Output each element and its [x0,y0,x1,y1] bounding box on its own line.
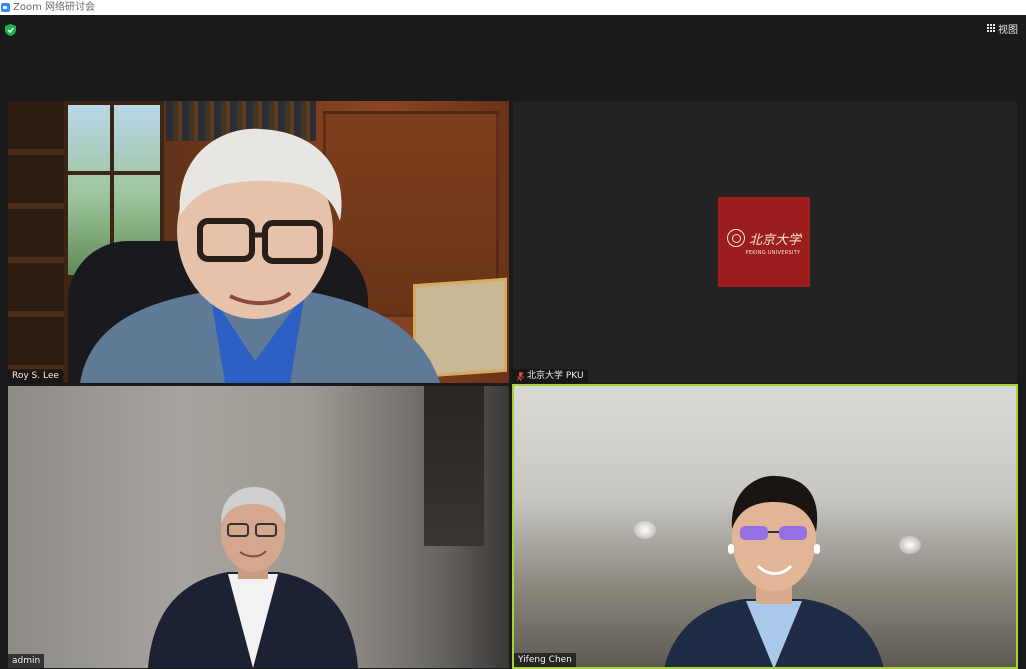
participant-video-admin [148,486,358,668]
participant-video-roy [80,128,440,383]
video-tile-pku[interactable]: 北京大学 PEKING UNIVERSITY 北京大学 PKU [513,101,1017,383]
window-title: Zoom 网络研讨会 [13,2,96,13]
ceiling-light [899,536,921,554]
ceiling-light [634,521,656,539]
pku-logo-chinese: 北京大学 [748,232,801,248]
security-shield-icon[interactable] [5,24,16,36]
participant-name-tag: Yifeng Chen [514,653,576,667]
background-doorway [424,386,484,546]
participant-name: Roy S. Lee [12,371,59,381]
participant-name-tag: admin [8,654,45,668]
bookshelf [8,101,64,383]
view-button-label: 视图 [998,24,1018,36]
participant-name-tag: 北京大学 PKU [513,369,588,383]
zoom-app-icon [1,3,10,12]
view-button[interactable]: 视图 [987,21,1018,36]
participant-name: admin [12,656,41,666]
participant-name: Yifeng Chen [518,655,572,665]
participant-video-yifeng [664,475,884,667]
participant-name-tag: Roy S. Lee [8,369,63,383]
video-tile-yifeng-chen[interactable]: Yifeng Chen [512,384,1018,669]
window-titlebar: Zoom 网络研讨会 [0,0,1026,15]
pku-logo: 北京大学 PEKING UNIVERSITY [718,197,810,287]
pku-seal-icon [726,229,745,247]
mic-muted-icon [517,371,524,381]
grid-view-icon [987,24,995,32]
video-tile-roy-s-lee[interactable]: Roy S. Lee [8,101,509,383]
participant-name: 北京大学 PKU [527,371,584,381]
pku-logo-english: PEKING UNIVERSITY [745,249,801,256]
meeting-topbar: 视图 [0,15,1026,101]
video-tile-admin[interactable]: admin [8,386,509,668]
